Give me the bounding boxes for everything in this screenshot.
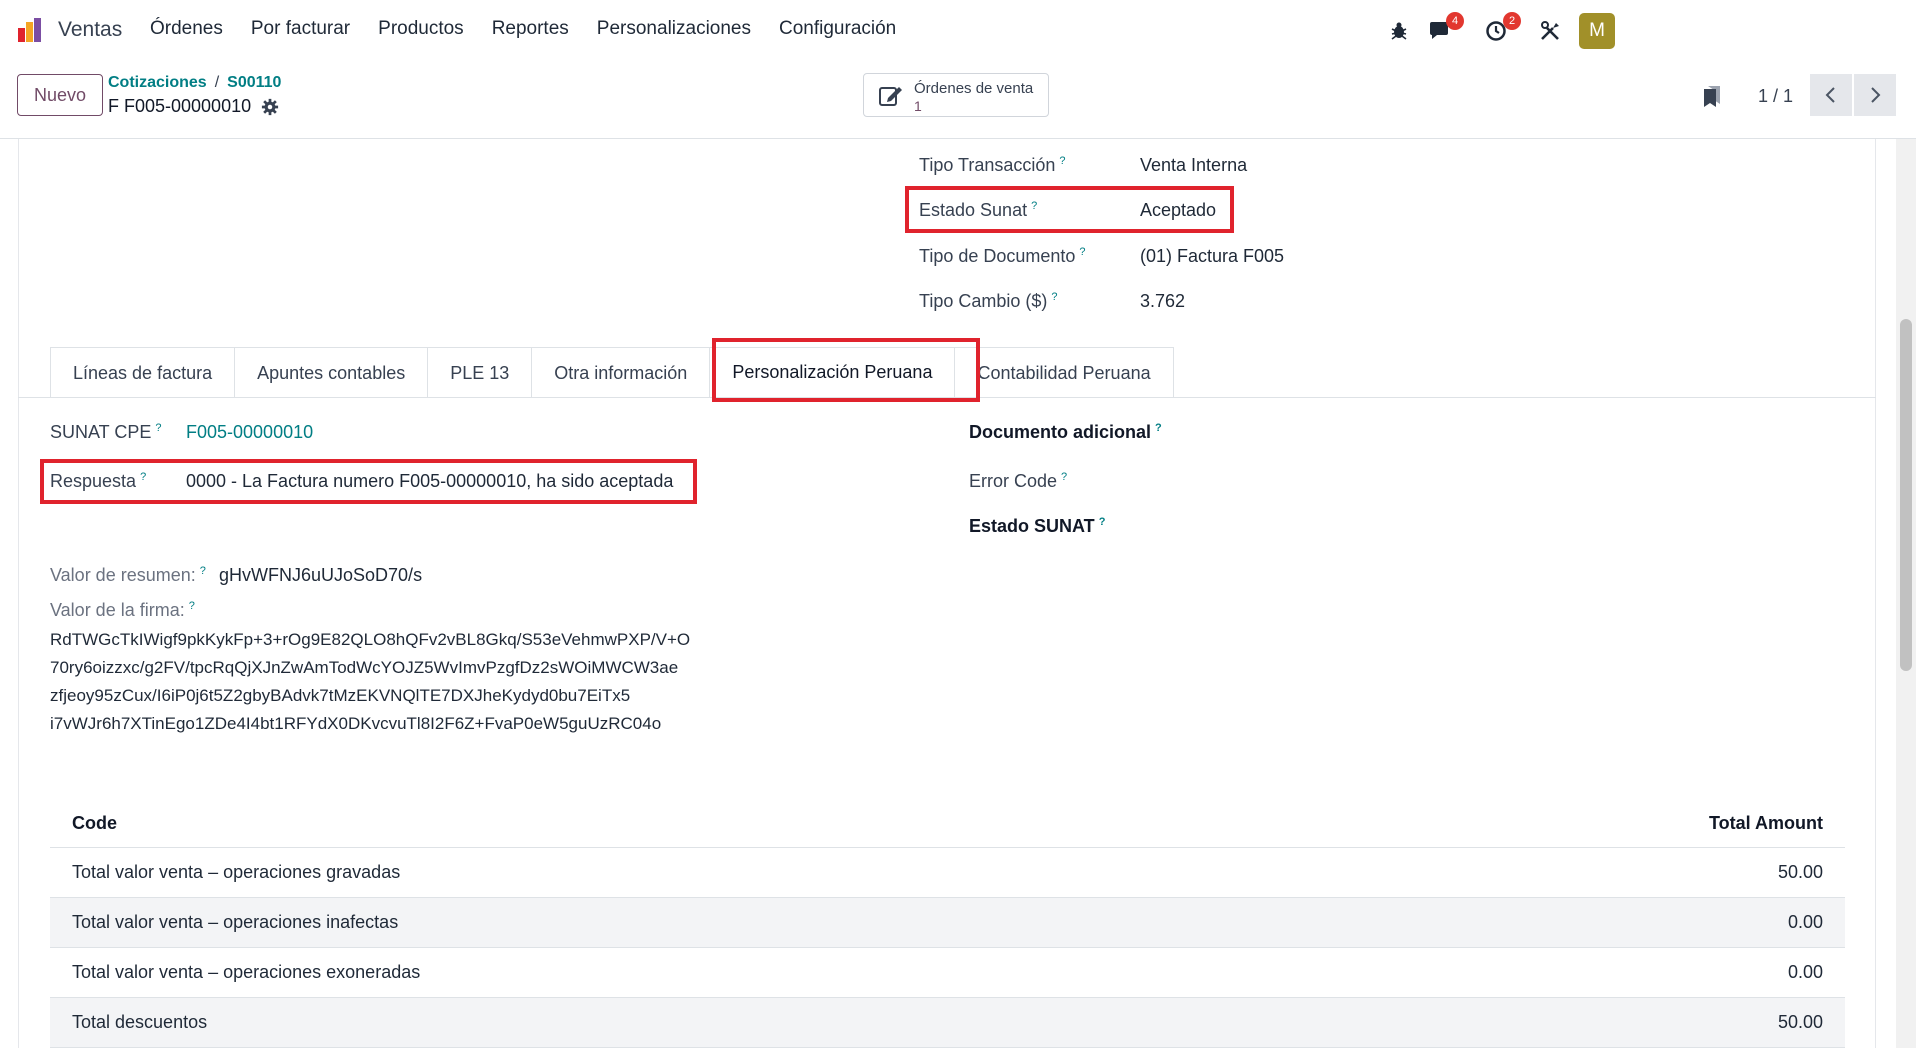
help-icon[interactable]: ? <box>1155 422 1162 434</box>
app-name[interactable]: Ventas <box>58 18 122 42</box>
menu-personalizaciones[interactable]: Personalizaciones <box>597 18 751 40</box>
sunat-cpe-label: SUNAT CPE? <box>50 422 162 442</box>
breadcrumb-s00110[interactable]: S00110 <box>227 74 281 91</box>
tools-icon[interactable] <box>1537 18 1563 44</box>
pager-value[interactable]: 1 / 1 <box>1758 86 1793 107</box>
row-code: Total valor venta – operaciones inafecta… <box>72 912 399 932</box>
help-icon[interactable]: ? <box>1079 246 1085 258</box>
menu-ordenes[interactable]: Órdenes <box>150 18 223 40</box>
help-icon[interactable]: ? <box>1059 155 1065 167</box>
new-button[interactable]: Nuevo <box>17 74 103 116</box>
tipo-transaccion-value[interactable]: Venta Interna <box>1140 155 1247 176</box>
record-title: F F005-00000010 <box>108 96 279 117</box>
control-panel: Nuevo Cotizaciones / S00110 F F005-0000001… <box>0 60 1916 139</box>
avatar[interactable]: M <box>1579 13 1615 49</box>
chevron-left-icon <box>1825 87 1835 103</box>
notebook-tabs: Líneas de factura Apuntes contables PLE … <box>50 347 1174 398</box>
activities-badge: 2 <box>1503 12 1521 30</box>
row-code: Total valor venta – operaciones gravadas <box>72 862 401 882</box>
error-code-label: Error Code? <box>969 471 1068 491</box>
row-code: Total descuentos <box>72 1012 208 1032</box>
firma-line: 70ry6oizzxc/g2FV/tpcRqQjXJnZwAmTodWcYOJZ… <box>50 658 679 677</box>
table-row[interactable]: Total valor venta – operaciones inafecta… <box>50 898 1845 948</box>
row-amount: 0.00 <box>1787 912 1823 932</box>
totals-table: Code Total Amount Total valor venta – op… <box>50 800 1845 1048</box>
row-code: Total valor venta – operaciones exonerad… <box>72 962 421 982</box>
page-scrollbar[interactable] <box>1896 139 1916 1048</box>
valor-firma-value: RdTWGcTkIWigf9pkKykFp+3+rOg9E82QLO8hQFv2… <box>50 626 770 738</box>
table-row[interactable]: Total valor venta – operaciones gravadas… <box>50 848 1845 898</box>
sales-orders-label: Órdenes de venta <box>914 80 1034 97</box>
tab-apuntes-contables[interactable]: Apuntes contables <box>234 347 429 398</box>
tipo-transaccion-label: Tipo Transacción? <box>919 155 1066 175</box>
bug-icon[interactable] <box>1386 18 1412 44</box>
help-icon[interactable]: ? <box>189 600 195 612</box>
help-icon[interactable]: ? <box>1051 291 1057 303</box>
scrollbar-thumb[interactable] <box>1900 319 1912 671</box>
table-row[interactable]: Total valor venta – operaciones exonerad… <box>50 948 1845 998</box>
pager-next-button[interactable] <box>1854 74 1896 116</box>
row-amount: 50.00 <box>1777 1012 1823 1032</box>
help-icon[interactable]: ? <box>1099 516 1106 528</box>
record-name: F F005-00000010 <box>108 96 252 116</box>
breadcrumb-cotizaciones[interactable]: Cotizaciones <box>108 74 207 91</box>
pager-previous-button[interactable] <box>1810 74 1852 116</box>
tipo-documento-value[interactable]: (01) Factura F005 <box>1140 246 1284 267</box>
breadcrumb-separator: / <box>214 74 220 91</box>
help-icon[interactable]: ? <box>200 565 206 577</box>
sales-orders-count: 1 <box>914 98 922 114</box>
tipo-cambio-label: Tipo Cambio ($)? <box>919 291 1058 311</box>
messages-badge: 4 <box>1446 12 1464 30</box>
breadcrumb: Cotizaciones / S00110 <box>108 74 281 92</box>
gear-icon[interactable] <box>261 98 279 116</box>
tab-otra-informacion[interactable]: Otra información <box>531 347 711 398</box>
help-icon[interactable]: ? <box>1061 471 1067 483</box>
firma-line: RdTWGcTkIWigf9pkKykFp+3+rOg9E82QLO8hQFv2… <box>50 630 691 649</box>
firma-line: i7vWJr6h7XTinEgo1ZDe4I4bt1RFYdX0DKvcvuTl… <box>50 714 662 733</box>
app-logo-icon[interactable] <box>16 16 44 44</box>
clock-icon[interactable]: 2 <box>1483 12 1521 44</box>
valor-resumen-value: gHvWFNJ6uUJoSoD70/s <box>219 565 423 585</box>
menu-configuracion[interactable]: Configuración <box>779 18 896 40</box>
tab-lineas-factura[interactable]: Líneas de factura <box>50 347 236 398</box>
sales-orders-smart-button[interactable]: Órdenes de venta 1 <box>863 73 1049 117</box>
tab-contabilidad-peruana[interactable]: Contabilidad Peruana <box>954 347 1174 398</box>
estado-sunat-tab-label: Estado SUNAT? <box>969 516 1106 536</box>
column-total-amount[interactable]: Total Amount <box>1623 813 1823 834</box>
column-code[interactable]: Code <box>72 813 1623 834</box>
row-amount: 50.00 <box>1777 862 1823 882</box>
firma-line: zfjeoy95zCux/I6iP0j6t5Z2gbyBAdvk7tMzEKVN… <box>50 686 631 705</box>
valor-firma-label: Valor de la firma:? <box>50 600 195 620</box>
table-row[interactable]: Total descuentos 50.00 <box>50 998 1845 1048</box>
menu-productos[interactable]: Productos <box>378 18 464 40</box>
table-header: Code Total Amount <box>50 800 1845 848</box>
top-navbar: Ventas Órdenes Por facturar Productos Re… <box>0 0 1916 60</box>
sunat-cpe-link[interactable]: F005-00000010 <box>186 422 313 443</box>
main-menu: Órdenes Por facturar Productos Reportes … <box>150 18 924 40</box>
menu-por-facturar[interactable]: Por facturar <box>251 18 350 40</box>
active-tab-highlight <box>712 338 980 402</box>
tipo-cambio-value[interactable]: 3.762 <box>1140 291 1185 312</box>
help-icon[interactable]: ? <box>155 422 161 434</box>
row-amount: 0.00 <box>1787 962 1823 982</box>
bookmark-icon[interactable] <box>1702 84 1722 108</box>
documento-adicional-label: Documento adicional? <box>969 422 1162 442</box>
valor-resumen-label: Valor de resumen:? <box>50 565 206 585</box>
tab-ple-13[interactable]: PLE 13 <box>427 347 533 398</box>
tipo-documento-label: Tipo de Documento? <box>919 246 1086 266</box>
respuesta-highlight <box>40 459 697 504</box>
pager-buttons <box>1810 74 1896 116</box>
menu-reportes[interactable]: Reportes <box>492 18 569 40</box>
estado-sunat-highlight <box>905 186 1234 233</box>
chevron-right-icon <box>1871 87 1881 103</box>
edit-icon <box>879 87 902 106</box>
chat-icon[interactable]: 4 <box>1426 12 1464 44</box>
